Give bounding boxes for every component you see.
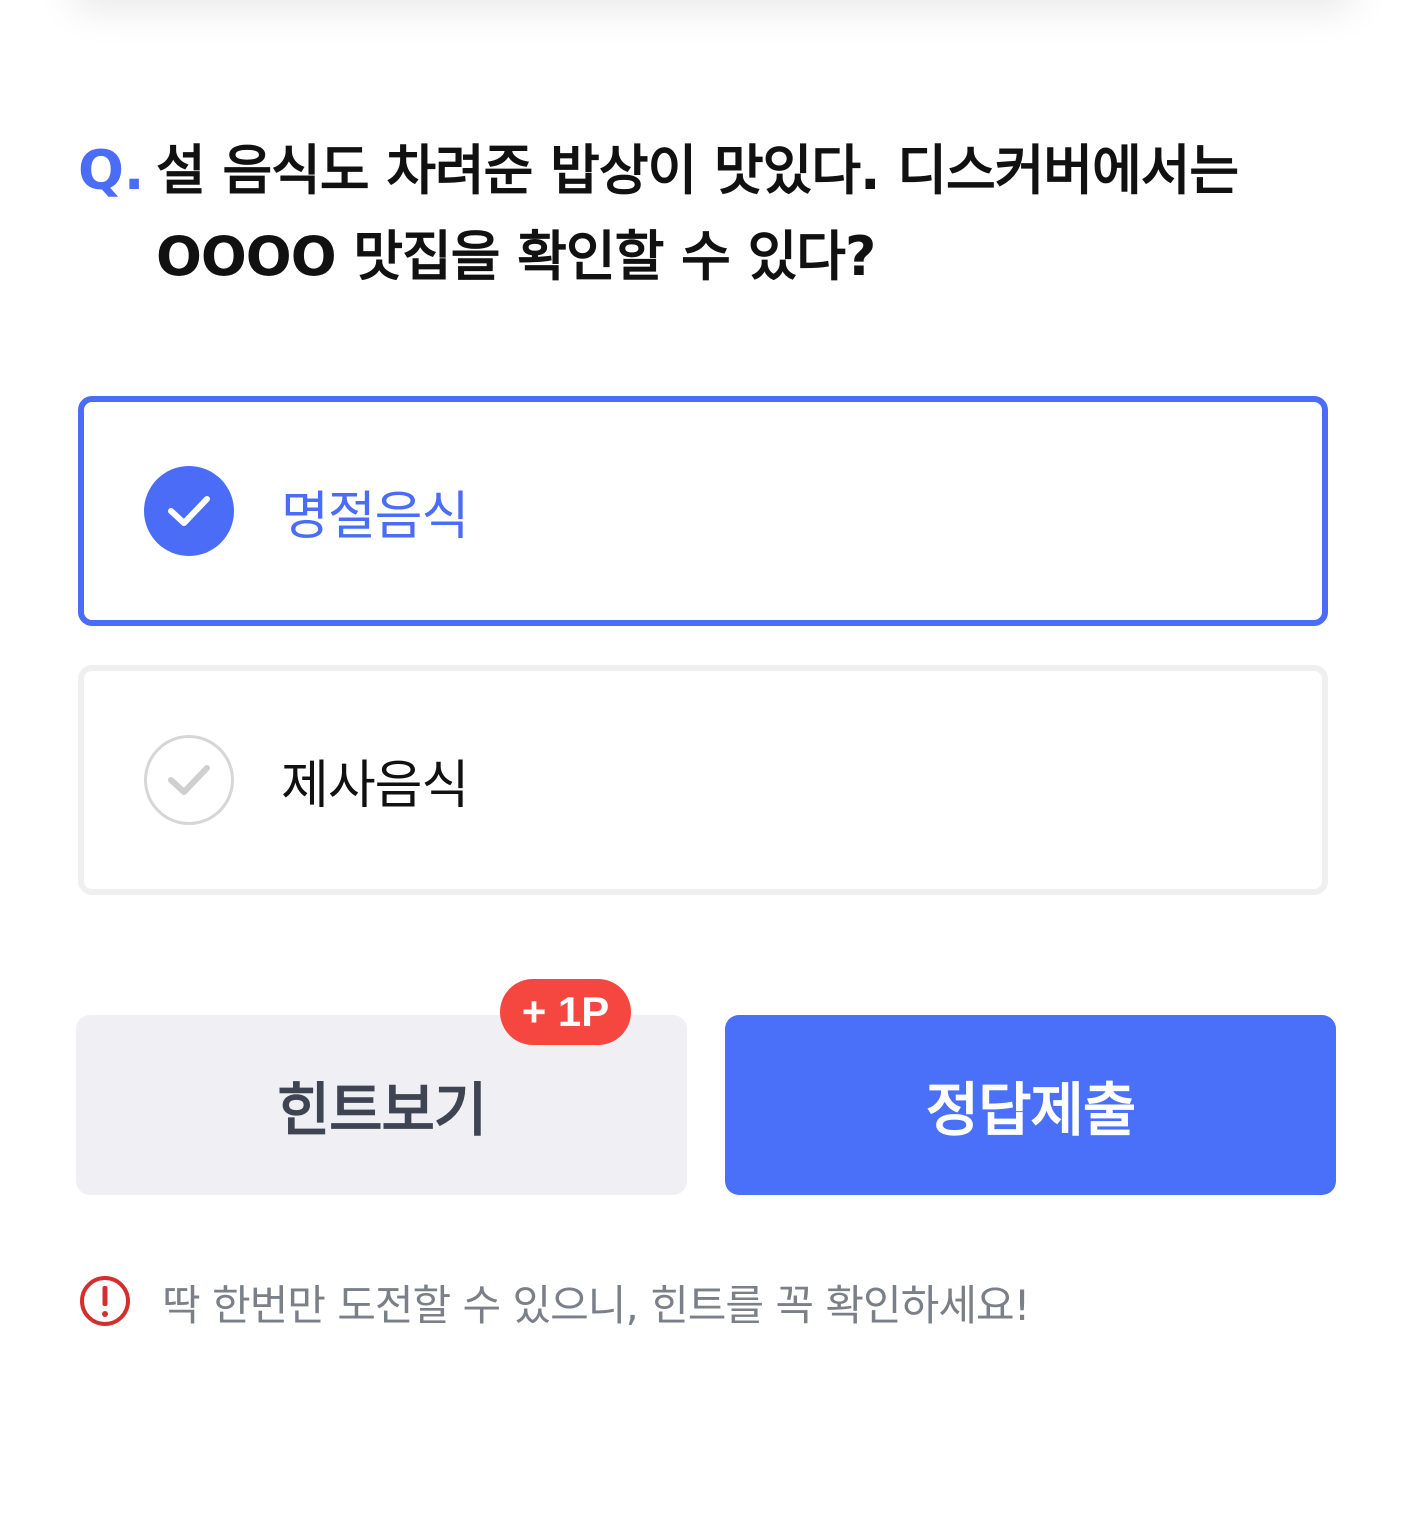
quiz-page: Q. 설 음식도 차려준 밥상이 맛있다. 디스커버에서는 OOOO 맛집을 확… (0, 0, 1426, 1514)
submit-answer-button[interactable]: 정답제출 (725, 1015, 1336, 1195)
question-text: 설 음식도 차려준 밥상이 맛있다. 디스커버에서는 OOOO 맛집을 확인할 … (156, 139, 1239, 288)
exclamation-circle-icon (78, 1274, 132, 1332)
option-label: 명절음식 (281, 486, 469, 547)
question: Q. 설 음식도 차려준 밥상이 맛있다. 디스커버에서는 OOOO 맛집을 확… (78, 128, 1358, 300)
check-circle-icon (144, 735, 234, 825)
notice: 딱 한번만 도전할 수 있으니, 힌트를 꼭 확인하세요! (78, 1272, 1030, 1333)
hint-point-badge: + 1P (500, 979, 631, 1045)
notice-text: 딱 한번만 도전할 수 있으니, 힌트를 꼭 확인하세요! (162, 1281, 1030, 1330)
option-label: 제사음식 (281, 755, 469, 816)
option-1[interactable]: 명절음식 (78, 396, 1328, 626)
option-2[interactable]: 제사음식 (78, 665, 1328, 895)
check-circle-icon (144, 466, 234, 556)
question-prefix: Q. (78, 139, 145, 202)
